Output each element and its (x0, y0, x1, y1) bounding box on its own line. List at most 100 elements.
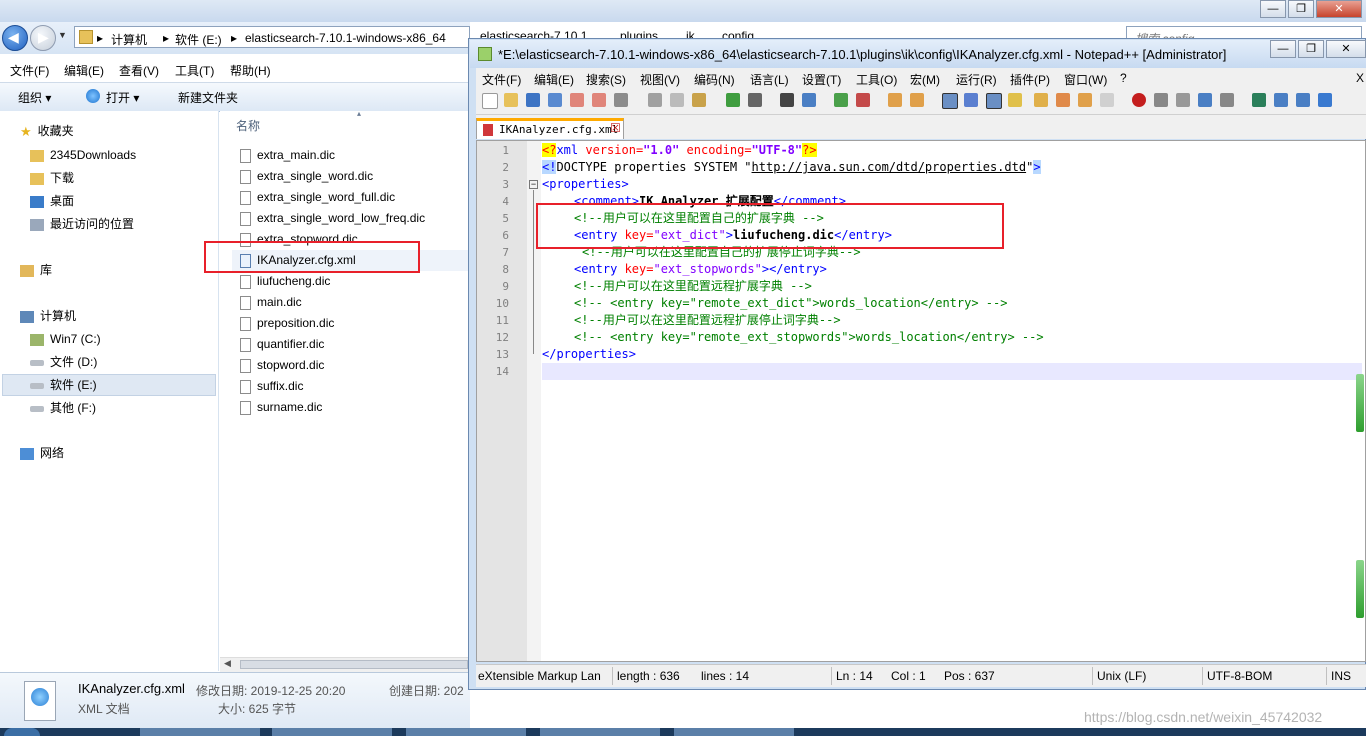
plugin-icon-2[interactable] (1274, 93, 1288, 107)
file-item[interactable]: extra_single_word.dic (240, 166, 373, 186)
breadcrumb-item[interactable]: 软件 (E:) (175, 31, 222, 48)
open-button[interactable]: 打开 ▾ (106, 89, 139, 106)
replace-icon[interactable] (802, 93, 816, 107)
play-macro-icon[interactable] (1176, 93, 1190, 107)
doctype-url[interactable]: http://java.sun.com/dtd/properties.dtd (752, 160, 1027, 174)
back-button[interactable]: ◀ (2, 25, 28, 51)
nav-drive-d[interactable]: 文件 (D:) (30, 352, 97, 372)
file-item[interactable]: stopword.dic (240, 355, 324, 375)
zoom-in-icon[interactable] (834, 93, 848, 107)
npp-menu-language[interactable]: 语言(L) (750, 71, 789, 88)
npp-close-button[interactable]: ✕ (1326, 40, 1366, 58)
npp-menu-tools[interactable]: 工具(O) (856, 71, 897, 88)
taskbar-app[interactable] (272, 728, 392, 736)
doc-map-icon[interactable] (1034, 93, 1048, 107)
save-icon[interactable] (526, 93, 540, 107)
record-macro-icon[interactable] (1132, 93, 1146, 107)
scroll-left-icon[interactable]: ◀ (224, 658, 231, 669)
sync-vertical-icon[interactable] (888, 93, 902, 107)
close-all-icon[interactable] (592, 93, 606, 107)
file-item[interactable]: extra_single_word_low_freq.dic (240, 208, 425, 228)
file-item[interactable]: extra_single_word_full.dic (240, 187, 395, 207)
sync-horizontal-icon[interactable] (910, 93, 924, 107)
nav-library[interactable]: 库 (20, 260, 52, 280)
tab-close-icon[interactable]: ☒ (610, 121, 621, 135)
nav-computer[interactable]: 计算机 (20, 306, 76, 326)
function-list-icon[interactable] (1056, 93, 1070, 107)
npp-minimize-button[interactable]: — (1270, 40, 1296, 58)
cut-icon[interactable] (648, 93, 662, 107)
horizontal-scrollbar[interactable]: ◀ (220, 657, 470, 672)
breadcrumb-item[interactable]: 计算机 (111, 31, 147, 48)
maximize-button[interactable]: ❐ (1288, 0, 1314, 18)
nav-item-2345downloads[interactable]: 2345Downloads (30, 145, 136, 165)
zoom-out-icon[interactable] (856, 93, 870, 107)
show-all-chars-icon[interactable] (964, 93, 978, 107)
nav-drive-f[interactable]: 其他 (F:) (30, 398, 96, 418)
redo-icon[interactable] (748, 93, 762, 107)
copy-icon[interactable] (670, 93, 684, 107)
nav-drive-c[interactable]: Win7 (C:) (30, 329, 101, 349)
save-macro-icon[interactable] (1220, 93, 1234, 107)
folder-workspace-icon[interactable] (1078, 93, 1092, 107)
minimize-button[interactable]: — (1260, 0, 1286, 18)
tab-ikanalyzer[interactable]: IKAnalyzer.cfg.xml ☒ (476, 118, 624, 139)
file-item[interactable]: extra_main.dic (240, 145, 335, 165)
word-wrap-icon[interactable] (942, 93, 958, 109)
npp-menu-plugins[interactable]: 插件(P) (1010, 71, 1050, 88)
npp-menu-view[interactable]: 视图(V) (640, 71, 680, 88)
open-file-icon[interactable] (504, 93, 518, 107)
plugin-icon-4[interactable] (1318, 93, 1332, 107)
scroll-thumb[interactable] (240, 660, 468, 669)
npp-menu-edit[interactable]: 编辑(E) (534, 71, 574, 88)
file-item[interactable]: surname.dic (240, 397, 322, 417)
nav-item-desktop[interactable]: 桌面 (30, 191, 74, 211)
npp-menu-window[interactable]: 窗口(W) (1064, 71, 1107, 88)
file-item[interactable]: main.dic (240, 292, 302, 312)
column-header-name[interactable]: 名称 (236, 117, 260, 134)
menu-edit[interactable]: 编辑(E) (64, 62, 104, 79)
plugin-icon-3[interactable] (1296, 93, 1310, 107)
print-icon[interactable] (614, 93, 628, 107)
find-icon[interactable] (780, 93, 794, 107)
npp-menu-encoding[interactable]: 编码(N) (694, 71, 735, 88)
npp-menu-settings[interactable]: 设置(T) (802, 71, 841, 88)
menu-tools[interactable]: 工具(T) (175, 62, 214, 79)
undo-icon[interactable] (726, 93, 740, 107)
file-item[interactable]: liufucheng.dic (240, 271, 330, 291)
forward-button[interactable]: ▶ (30, 25, 56, 51)
nav-favorites[interactable]: ★ 收藏夹 (20, 121, 74, 141)
recent-pages-dropdown-icon[interactable]: ▼ (58, 30, 67, 40)
nav-item-downloads[interactable]: 下载 (30, 168, 74, 188)
save-all-icon[interactable] (548, 93, 562, 107)
menu-file[interactable]: 文件(F) (10, 62, 49, 79)
close-file-icon[interactable] (570, 93, 584, 107)
language-icon[interactable] (1008, 93, 1022, 107)
plugin-icon-1[interactable] (1252, 93, 1266, 107)
start-button[interactable] (4, 728, 40, 736)
npp-menu-run[interactable]: 运行(R) (956, 71, 997, 88)
taskbar-app[interactable] (140, 728, 260, 736)
menu-help[interactable]: 帮助(H) (230, 62, 271, 79)
npp-maximize-button[interactable]: ❐ (1298, 40, 1324, 58)
new-file-icon[interactable] (482, 93, 498, 109)
taskbar-app[interactable] (540, 728, 660, 736)
organize-button[interactable]: 组织 ▾ (18, 89, 51, 106)
play-multiple-icon[interactable] (1198, 93, 1212, 107)
nav-item-recent[interactable]: 最近访问的位置 (30, 214, 134, 234)
npp-menu-macro[interactable]: 宏(M) (910, 71, 940, 88)
file-item[interactable]: preposition.dic (240, 313, 334, 333)
close-button[interactable]: ✕ (1316, 0, 1362, 18)
indent-guide-icon[interactable] (986, 93, 1002, 109)
stop-macro-icon[interactable] (1154, 93, 1168, 107)
npp-close-doc-button[interactable]: X (1356, 71, 1364, 85)
fold-toggle-icon[interactable]: − (529, 180, 538, 189)
editor-scroll-thumb[interactable] (1356, 374, 1364, 432)
breadcrumb-item[interactable]: elasticsearch-7.10.1-windows-x86_64 (245, 31, 446, 45)
address-input[interactable]: ▸ 计算机 ▸ 软件 (E:) ▸ elasticsearch-7.10.1-w… (74, 26, 470, 48)
nav-network[interactable]: 网络 (20, 443, 64, 463)
new-folder-button[interactable]: 新建文件夹 (178, 89, 238, 106)
npp-menu-help[interactable]: ? (1120, 71, 1127, 85)
monitor-icon[interactable] (1100, 93, 1114, 107)
taskbar-app[interactable] (674, 728, 794, 736)
